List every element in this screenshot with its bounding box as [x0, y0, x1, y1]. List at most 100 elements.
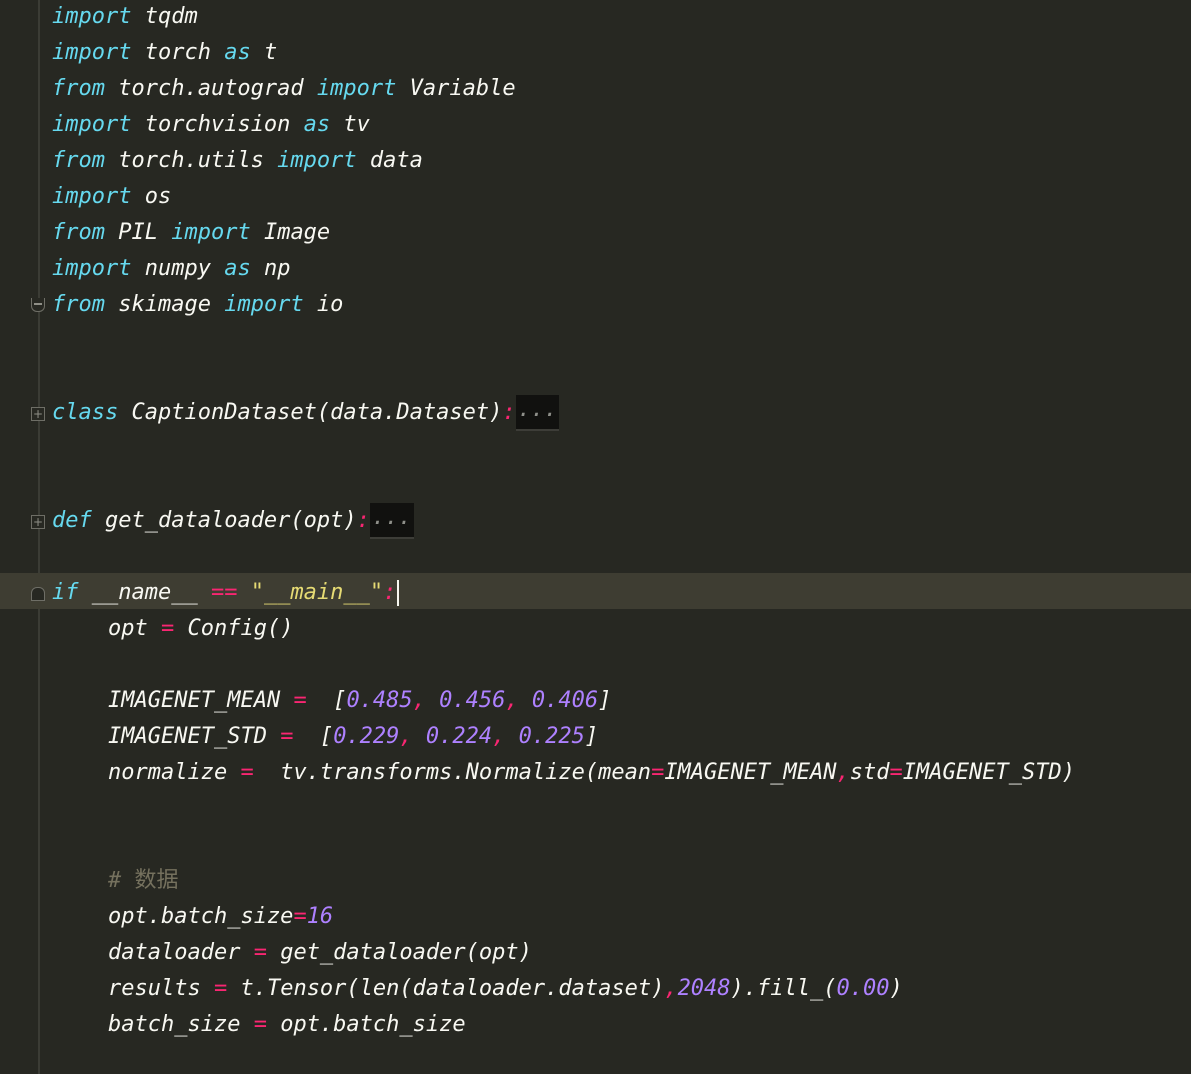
operator: = [253, 1012, 267, 1037]
colon: : [502, 400, 516, 425]
module-name: PIL [104, 220, 172, 245]
number: 0.485 [346, 688, 413, 713]
code-line-mean[interactable]: IMAGENET_MEAN = [0.485, 0.456, 0.406] [108, 683, 611, 719]
keyword: import [316, 76, 397, 101]
alias-name: tv [330, 112, 370, 137]
bracket: ] [584, 724, 599, 749]
keyword: from [52, 220, 105, 245]
keyword: import [52, 112, 132, 137]
comma: , [399, 724, 426, 749]
variable: results [108, 976, 214, 1001]
argument: IMAGENET_STD) [902, 760, 1075, 785]
variable: opt [108, 616, 161, 641]
code-editor[interactable]: import tqdm import torch as t from torch… [0, 0, 1191, 1074]
code-line-results[interactable]: results = t.Tensor(len(dataloader.datase… [108, 971, 903, 1007]
keyword: import [52, 40, 132, 65]
comma: , [492, 724, 519, 749]
operator: = [651, 760, 665, 785]
code-line-2[interactable]: import torch as t [52, 35, 277, 71]
operator: == [210, 580, 238, 605]
variable: batch_size [108, 1012, 254, 1037]
code-line-3[interactable]: from torch.autograd import Variable [52, 71, 516, 107]
colon: : [356, 508, 370, 533]
code-line-8[interactable]: import numpy as np [52, 251, 290, 287]
number: 0.406 [531, 688, 599, 713]
keyword: def [52, 508, 92, 533]
code-line-1[interactable]: import tqdm [52, 0, 198, 35]
bracket: ) [889, 976, 903, 1001]
number: 0.00 [836, 976, 890, 1001]
alias-name: Image [250, 220, 331, 245]
keyword: from [52, 148, 105, 173]
code-line-comment[interactable]: # 数据 [108, 863, 179, 899]
code-line-9[interactable]: from skimage import io [52, 287, 343, 323]
bracket: [ [293, 724, 334, 749]
keyword: import [224, 292, 304, 317]
main-guard-line[interactable]: if __name__ == "__main__": [52, 575, 400, 611]
module-name: os [131, 184, 172, 209]
comment: # [108, 868, 135, 893]
code-line-4[interactable]: import torchvision as tv [52, 107, 370, 143]
keyword: import [52, 184, 132, 209]
operator: = [213, 976, 228, 1001]
variable: opt.batch_size [108, 904, 294, 929]
code-line-6[interactable]: import os [52, 179, 171, 215]
folded-code-placeholder[interactable]: ... [369, 503, 414, 539]
code-line-opt[interactable]: opt = Config() [108, 611, 293, 647]
number: 0.456 [439, 688, 506, 713]
code-line-5[interactable]: from torch.utils import data [52, 143, 423, 179]
expression: get_dataloader(opt) [266, 940, 532, 965]
fold-expand-icon[interactable]: + [31, 407, 45, 421]
comma: , [505, 688, 532, 713]
number: 0.224 [425, 724, 493, 749]
variable: dataloader [108, 940, 254, 965]
module-name: torch.autograd [104, 76, 317, 101]
argument: std [849, 760, 890, 785]
module-name: skimage [104, 292, 225, 317]
code-line-std[interactable]: IMAGENET_STD = [0.229, 0.224, 0.225] [108, 719, 598, 755]
operator: = [280, 724, 294, 749]
colon: : [383, 580, 397, 605]
comma: , [664, 976, 678, 1001]
code-line-batch-size-var[interactable]: batch_size = opt.batch_size [108, 1007, 466, 1043]
fold-end-icon[interactable] [31, 298, 45, 312]
class-definition-line[interactable]: class CaptionDataset(data.Dataset):... [52, 395, 560, 431]
alias-name: io [303, 292, 344, 317]
bracket: ] [598, 688, 612, 713]
keyword: from [52, 76, 105, 101]
code-line-normalize[interactable]: normalize = tv.transforms.Normalize(mean… [108, 755, 1075, 791]
operator: = [160, 616, 175, 641]
code-line-7[interactable]: from PIL import Image [52, 215, 330, 251]
module-name: torchvision [131, 112, 304, 137]
variable: normalize [108, 760, 241, 785]
number: 0.225 [518, 724, 585, 749]
fold-expand-icon[interactable]: + [31, 515, 45, 529]
number: 0.229 [333, 724, 400, 749]
keyword: class [52, 400, 119, 425]
argument: IMAGENET_MEAN [664, 760, 837, 785]
keyword: as [224, 256, 251, 281]
keyword: from [52, 292, 105, 317]
code-line-dataloader[interactable]: dataloader = get_dataloader(opt) [108, 935, 532, 971]
function-definition-line[interactable]: def get_dataloader(opt):... [52, 503, 414, 539]
module-name: torch.utils [104, 148, 278, 173]
comment: 数据 [134, 868, 179, 893]
expression: t.Tensor(len(dataloader.dataset) [227, 976, 665, 1001]
operator: = [293, 904, 307, 929]
bracket: [ [306, 688, 347, 713]
alias-name: np [250, 256, 291, 281]
comma: , [836, 760, 850, 785]
expression: tv.transforms.Normalize(mean [253, 760, 652, 785]
fold-collapse-icon[interactable] [31, 587, 45, 601]
operator: = [293, 688, 307, 713]
module-name: tqdm [131, 4, 198, 29]
keyword: if [52, 580, 79, 605]
folded-code-placeholder[interactable]: ... [515, 395, 560, 431]
code-line-batch-size[interactable]: opt.batch_size=16 [108, 899, 333, 935]
keyword: import [171, 220, 251, 245]
keyword: as [224, 40, 251, 65]
variable: IMAGENET_MEAN [108, 688, 294, 713]
expression: ).fill_( [730, 976, 837, 1001]
keyword: import [52, 4, 132, 29]
alias-name: data [356, 148, 423, 173]
